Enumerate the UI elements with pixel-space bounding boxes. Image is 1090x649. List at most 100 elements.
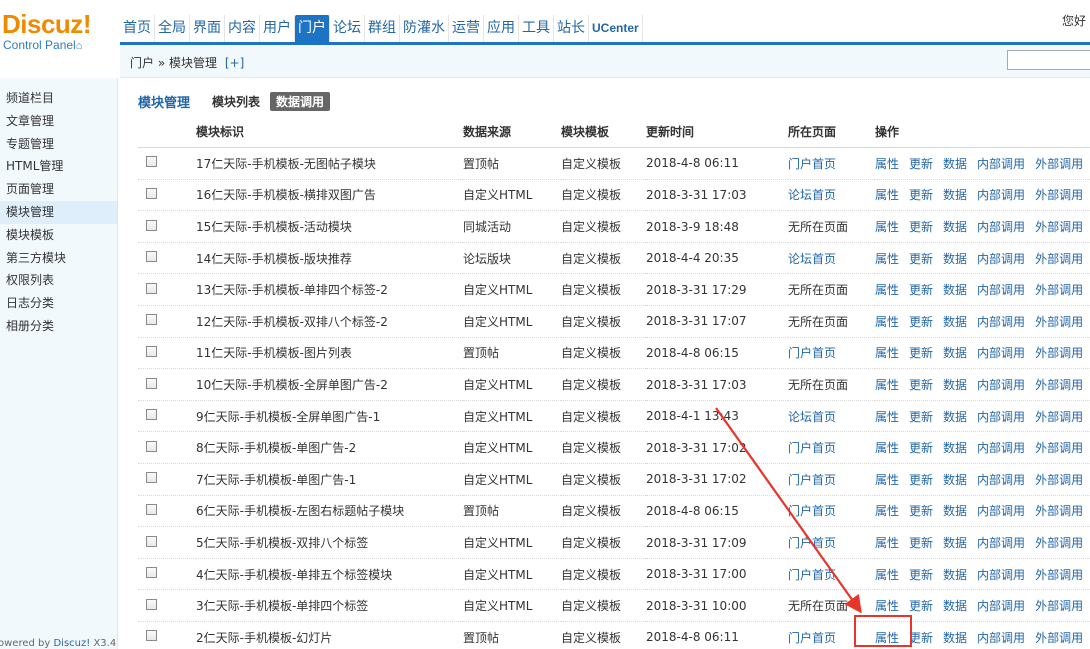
nav-item-9[interactable]: 运营 [449, 15, 484, 42]
row-checkbox[interactable] [146, 187, 157, 199]
op-link-3[interactable]: 内部调用 [977, 568, 1025, 582]
op-link-2[interactable]: 数据 [943, 283, 967, 297]
op-link-1[interactable]: 更新 [909, 631, 933, 645]
op-link-3[interactable]: 内部调用 [977, 346, 1025, 360]
op-link-4[interactable]: 外部调用 [1035, 252, 1083, 266]
discuz-logo[interactable]: Discuz! Control Panel⌂ [2, 10, 114, 56]
sidebar-item-9[interactable]: 日志分类 [0, 292, 117, 315]
op-link-3[interactable]: 内部调用 [977, 536, 1025, 550]
op-link-2[interactable]: 数据 [943, 410, 967, 424]
cell-page[interactable]: 门户首页 [788, 621, 875, 649]
search-input[interactable] [1007, 50, 1090, 70]
op-link-3[interactable]: 内部调用 [977, 283, 1025, 297]
op-link-2[interactable]: 数据 [943, 473, 967, 487]
nav-item-2[interactable]: 界面 [190, 15, 225, 42]
row-checkbox[interactable] [146, 345, 157, 357]
row-checkbox[interactable] [146, 503, 157, 515]
op-link-3[interactable]: 内部调用 [977, 315, 1025, 329]
sidebar-item-10[interactable]: 相册分类 [0, 315, 117, 338]
op-link-3[interactable]: 内部调用 [977, 473, 1025, 487]
op-link-0[interactable]: 属性 [875, 220, 899, 234]
op-link-0[interactable]: 属性 [875, 315, 899, 329]
op-link-1[interactable]: 更新 [909, 283, 933, 297]
cell-page[interactable]: 门户首页 [788, 558, 875, 591]
add-shortcut-button[interactable]: [+] [225, 56, 244, 70]
op-link-1[interactable]: 更新 [909, 346, 933, 360]
op-link-1[interactable]: 更新 [909, 599, 933, 613]
nav-item-11[interactable]: 工具 [519, 15, 554, 42]
op-link-4[interactable]: 外部调用 [1035, 631, 1083, 645]
nav-item-5[interactable]: 门户 [295, 15, 330, 42]
row-checkbox[interactable] [146, 251, 157, 263]
op-link-2[interactable]: 数据 [943, 315, 967, 329]
op-link-3[interactable]: 内部调用 [977, 504, 1025, 518]
sidebar-item-8[interactable]: 权限列表 [0, 269, 117, 292]
op-link-4[interactable]: 外部调用 [1035, 220, 1083, 234]
op-link-2[interactable]: 数据 [943, 378, 967, 392]
op-link-1[interactable]: 更新 [909, 441, 933, 455]
op-link-1[interactable]: 更新 [909, 252, 933, 266]
op-link-1[interactable]: 更新 [909, 378, 933, 392]
cell-page[interactable]: 门户首页 [788, 463, 875, 496]
nav-item-3[interactable]: 内容 [225, 15, 260, 42]
op-link-4[interactable]: 外部调用 [1035, 441, 1083, 455]
op-link-4[interactable]: 外部调用 [1035, 283, 1083, 297]
sidebar-item-0[interactable]: 频道栏目 [0, 87, 117, 110]
op-link-3[interactable]: 内部调用 [977, 220, 1025, 234]
op-link-2[interactable]: 数据 [943, 188, 967, 202]
op-link-4[interactable]: 外部调用 [1035, 188, 1083, 202]
op-link-1[interactable]: 更新 [909, 157, 933, 171]
op-link-0[interactable]: 属性 [875, 346, 899, 360]
op-link-1[interactable]: 更新 [909, 536, 933, 550]
row-checkbox[interactable] [146, 472, 157, 484]
sidebar-item-7[interactable]: 第三方模块 [0, 247, 117, 270]
op-link-0[interactable]: 属性 [875, 252, 899, 266]
cell-page[interactable]: 论坛首页 [788, 179, 875, 212]
row-checkbox[interactable] [146, 282, 157, 294]
op-link-0[interactable]: 属性 [875, 504, 899, 518]
row-checkbox[interactable] [146, 409, 157, 421]
op-link-0[interactable]: 属性 [875, 283, 899, 297]
cell-page[interactable]: 门户首页 [788, 431, 875, 465]
row-checkbox[interactable] [146, 156, 157, 168]
op-link-4[interactable]: 外部调用 [1035, 378, 1083, 392]
nav-item-4[interactable]: 用户 [260, 15, 295, 42]
op-link-3[interactable]: 内部调用 [977, 188, 1025, 202]
op-link-3[interactable]: 内部调用 [977, 631, 1025, 645]
cell-page[interactable]: 论坛首页 [788, 400, 875, 433]
op-link-0[interactable]: 属性 [875, 410, 899, 424]
op-link-4[interactable]: 外部调用 [1035, 346, 1083, 360]
op-link-2[interactable]: 数据 [943, 252, 967, 266]
cell-page[interactable]: 论坛首页 [788, 242, 875, 275]
op-link-0[interactable]: 属性 [875, 157, 899, 171]
op-link-4[interactable]: 外部调用 [1035, 504, 1083, 518]
cell-page[interactable]: 门户首页 [788, 495, 875, 528]
op-link-1[interactable]: 更新 [909, 473, 933, 487]
powered-brand-link[interactable]: Discuz! [53, 638, 90, 649]
op-link-1[interactable]: 更新 [909, 410, 933, 424]
op-link-4[interactable]: 外部调用 [1035, 536, 1083, 550]
row-checkbox[interactable] [146, 535, 157, 547]
op-link-3[interactable]: 内部调用 [977, 441, 1025, 455]
op-link-1[interactable]: 更新 [909, 188, 933, 202]
op-link-0[interactable]: 属性 [875, 568, 899, 582]
row-checkbox[interactable] [146, 219, 157, 231]
sidebar-item-3[interactable]: HTML管理 [0, 155, 117, 178]
op-link-1[interactable]: 更新 [909, 568, 933, 582]
subtab-1[interactable]: 数据调用 [270, 91, 331, 111]
nav-item-10[interactable]: 应用 [484, 15, 519, 42]
op-link-3[interactable]: 内部调用 [977, 378, 1025, 392]
sidebar-item-2[interactable]: 专题管理 [0, 133, 117, 156]
nav-item-6[interactable]: 论坛 [330, 15, 365, 42]
op-link-2[interactable]: 数据 [943, 536, 967, 550]
breadcrumb-root[interactable]: 门户 [130, 56, 154, 70]
row-checkbox[interactable] [146, 377, 157, 389]
sidebar-item-5[interactable]: 模块管理 [0, 200, 117, 224]
op-link-0[interactable]: 属性 [875, 188, 899, 202]
row-checkbox[interactable] [146, 567, 157, 579]
op-link-2[interactable]: 数据 [943, 504, 967, 518]
sidebar-item-4[interactable]: 页面管理 [0, 178, 117, 201]
nav-item-1[interactable]: 全局 [155, 15, 190, 42]
op-link-2[interactable]: 数据 [943, 346, 967, 360]
op-link-2[interactable]: 数据 [943, 220, 967, 234]
